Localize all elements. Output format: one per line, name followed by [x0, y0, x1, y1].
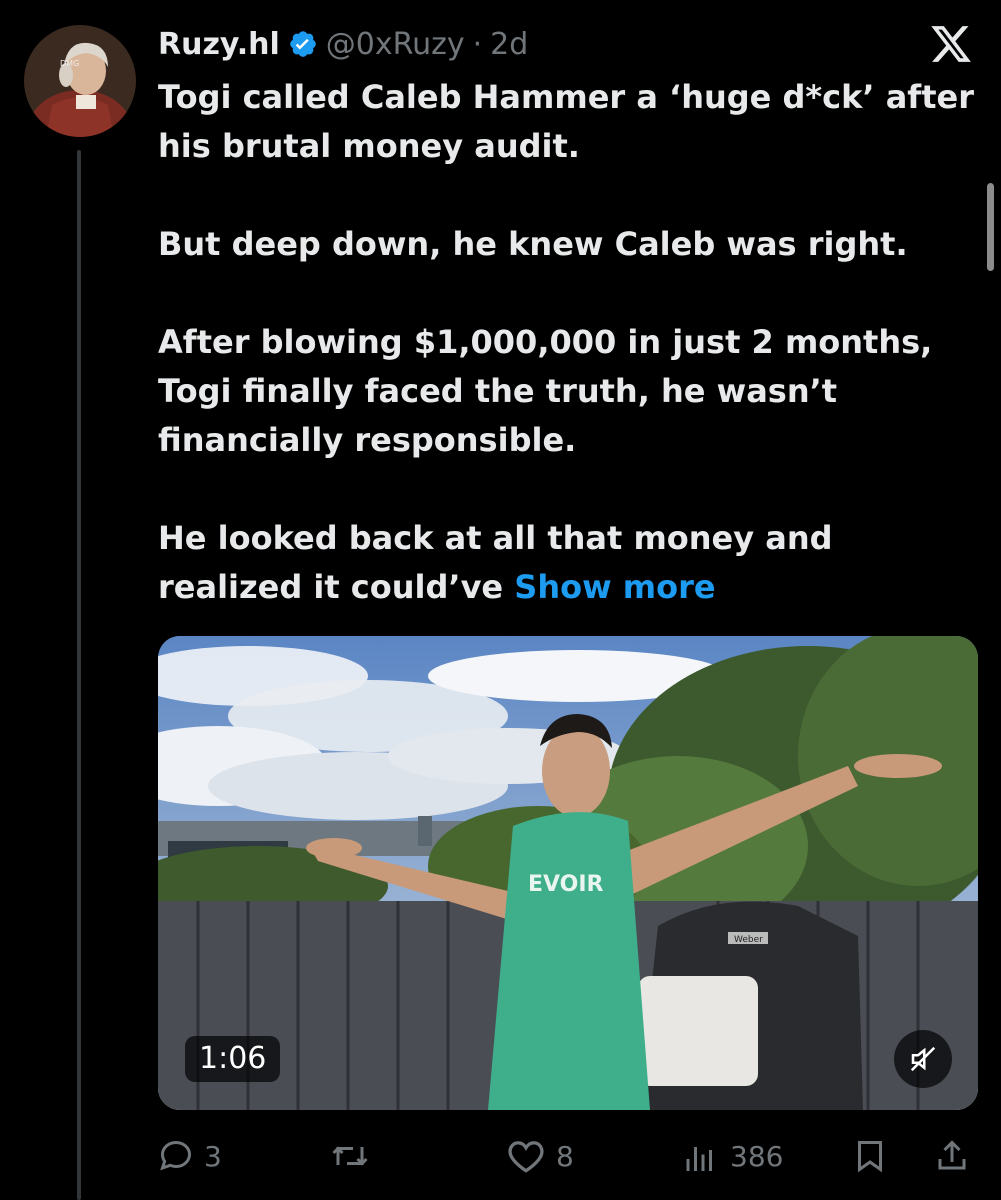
- shirt-logo-text: EVOIR: [528, 872, 604, 897]
- tweet-actions: 3 8 386: [158, 1128, 978, 1184]
- views-count: 386: [730, 1139, 784, 1173]
- verified-badge-icon: [288, 29, 318, 59]
- share-icon: [938, 1140, 966, 1170]
- x-logo-icon: [929, 22, 973, 66]
- avatar-badge: DMG: [60, 59, 79, 68]
- tweet-paragraph: Togi called Caleb Hammer a ‘huge d*ck’ a…: [158, 78, 974, 165]
- video-thumbnail: Weber EVOIR: [158, 636, 978, 1110]
- retweet-icon: [332, 1146, 368, 1166]
- like-button[interactable]: 8: [506, 1128, 574, 1184]
- retweet-button[interactable]: [330, 1128, 380, 1184]
- tweet-paragraph: After blowing $1,000,000 in just 2 month…: [158, 323, 933, 459]
- author-handle[interactable]: @0xRuzy: [326, 27, 465, 62]
- tweet-paragraph: But deep down, he knew Caleb was right.: [158, 225, 908, 263]
- video-player[interactable]: Weber EVOIR 1:06: [158, 636, 978, 1110]
- muted-speaker-icon: [910, 1046, 936, 1072]
- separator-dot: ·: [472, 26, 483, 62]
- tweet-text: Togi called Caleb Hammer a ‘huge d*ck’ a…: [158, 73, 978, 612]
- tweet-header: Ruzy.hl @0xRuzy · 2d: [158, 22, 921, 66]
- thread-line: [77, 150, 81, 1200]
- views-button[interactable]: 386: [680, 1128, 783, 1184]
- share-button[interactable]: [934, 1128, 970, 1184]
- tweet-timestamp[interactable]: 2d: [490, 27, 528, 62]
- reply-count: 3: [204, 1139, 222, 1173]
- views-icon: [686, 1147, 712, 1171]
- tweet-paragraph: He looked back at all that money and rea…: [158, 519, 833, 606]
- reply-button[interactable]: 3: [158, 1128, 222, 1184]
- mute-button[interactable]: [894, 1030, 952, 1088]
- show-more-link[interactable]: Show more: [514, 568, 715, 606]
- reply-icon: [160, 1140, 192, 1171]
- author-display-name[interactable]: Ruzy.hl: [158, 27, 280, 62]
- bookmark-icon: [858, 1141, 882, 1173]
- avatar[interactable]: DMG: [24, 25, 136, 137]
- heart-icon: [508, 1141, 544, 1173]
- bookmark-button[interactable]: [852, 1128, 888, 1184]
- like-count: 8: [556, 1139, 574, 1173]
- tweet-paragraph-last: He looked back at all that money and rea…: [158, 514, 978, 612]
- scrollbar[interactable]: [987, 183, 994, 271]
- grill-brand-label: Weber: [734, 935, 763, 945]
- video-duration-badge: 1:06: [185, 1036, 281, 1082]
